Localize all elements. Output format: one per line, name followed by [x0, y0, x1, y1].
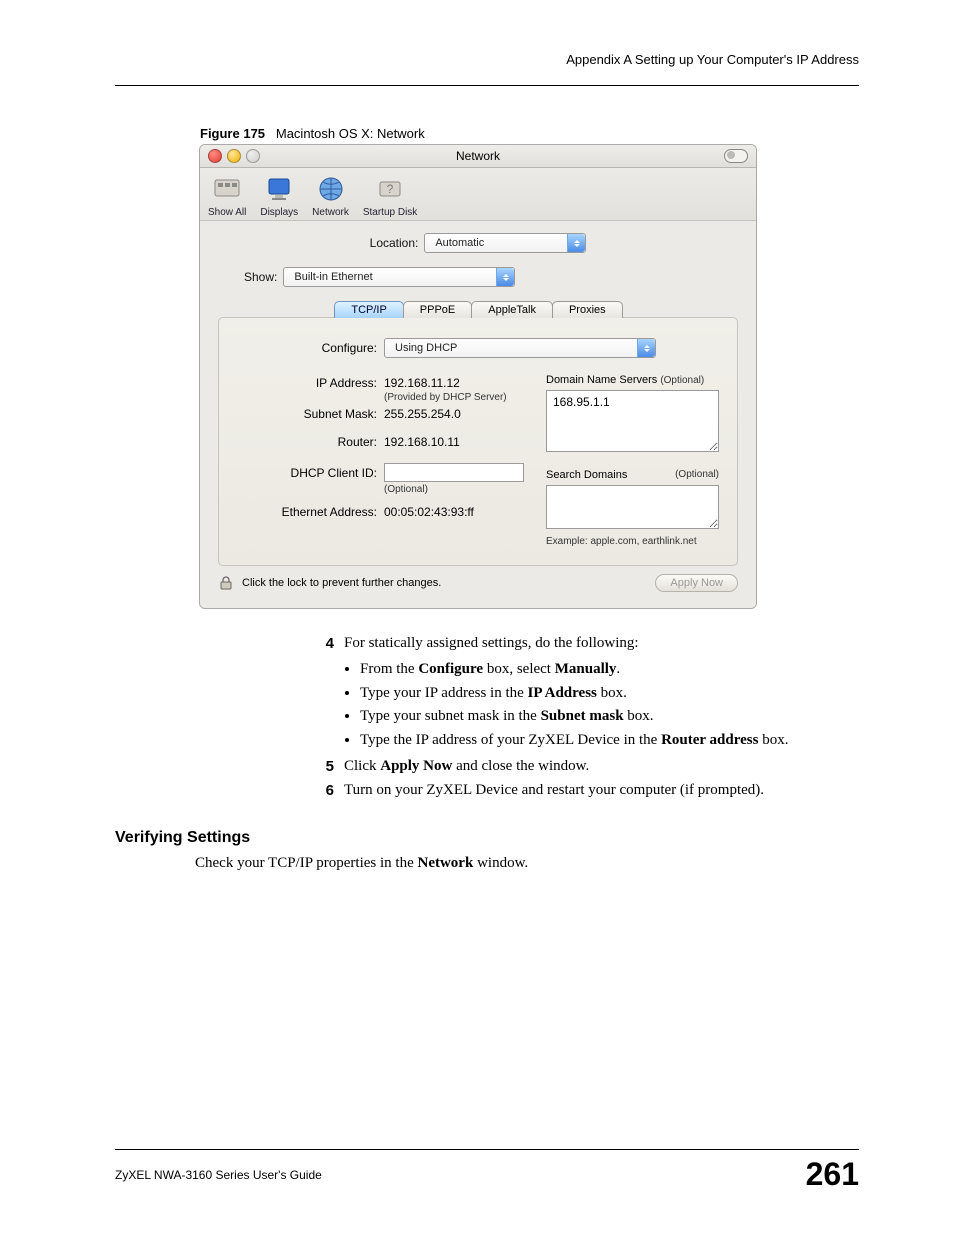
show-label: Show: — [244, 270, 277, 284]
show-all-icon — [211, 172, 244, 205]
dropdown-arrows-icon — [637, 339, 655, 357]
search-domains-example: Example: apple.com, earthlink.net — [546, 536, 719, 547]
window-title: Network — [200, 149, 756, 163]
dns-optional: (Optional) — [660, 375, 704, 386]
router-value: 192.168.10.11 — [384, 435, 460, 449]
tab-pppoe[interactable]: PPPoE — [403, 301, 472, 318]
configure-label: Configure: — [237, 341, 384, 355]
tab-tcpip[interactable]: TCP/IP — [334, 301, 403, 318]
toolbar-network-label: Network — [312, 207, 349, 218]
search-domains-label: Search Domains — [546, 469, 627, 481]
list-item: From the Configure box, select Manually. — [360, 659, 859, 681]
verifying-settings-text: Check your TCP/IP properties in the Netw… — [195, 855, 859, 872]
guide-name: ZyXEL NWA-3160 Series User's Guide — [115, 1168, 322, 1182]
location-label: Location: — [370, 236, 419, 250]
figure-caption-text: Macintosh OS X: Network — [276, 126, 425, 141]
search-domains-input[interactable] — [546, 485, 719, 529]
show-select[interactable]: Built-in Ethernet — [283, 267, 515, 287]
dropdown-arrows-icon — [496, 268, 514, 286]
dhcp-client-id-input[interactable] — [384, 463, 524, 482]
svg-text:?: ? — [387, 182, 394, 196]
subnet-mask-label: Subnet Mask: — [237, 407, 384, 421]
dhcp-client-id-label: DHCP Client ID: — [237, 466, 384, 480]
macos-network-window: Network Show All Displays Network — [199, 144, 757, 609]
toolbar-startup-disk-label: Startup Disk — [363, 207, 417, 218]
router-label: Router: — [237, 435, 384, 449]
tab-proxies[interactable]: Proxies — [552, 301, 623, 318]
toolbar-startup-disk[interactable]: ? Startup Disk — [363, 172, 417, 218]
figure-number: Figure 175 — [200, 126, 265, 141]
step-6-text: Turn on your ZyXEL Device and restart yo… — [344, 780, 764, 802]
apply-now-button[interactable]: Apply Now — [655, 574, 738, 592]
dropdown-arrows-icon — [567, 234, 585, 252]
dhcp-client-id-note: (Optional) — [384, 484, 428, 495]
step-number-5: 5 — [310, 756, 334, 778]
lock-text: Click the lock to prevent further change… — [242, 577, 441, 589]
toolbar-displays[interactable]: Displays — [260, 172, 298, 218]
step-5-text: Click Apply Now and close the window. — [344, 756, 589, 778]
page-footer: ZyXEL NWA-3160 Series User's Guide 261 — [115, 1149, 859, 1193]
figure-caption: Figure 175 Macintosh OS X: Network — [200, 126, 859, 141]
toolbar-toggle-icon[interactable] — [724, 149, 748, 163]
search-domains-optional: (Optional) — [675, 469, 719, 481]
toolbar-show-all-label: Show All — [208, 207, 246, 218]
location-value: Automatic — [425, 237, 494, 249]
ip-address-value: 192.168.11.12 — [384, 376, 460, 390]
toolbar-network[interactable]: Network — [312, 172, 349, 218]
dns-input[interactable] — [546, 390, 719, 452]
verifying-settings-heading: Verifying Settings — [115, 829, 859, 847]
subnet-mask-value: 255.255.254.0 — [384, 407, 461, 421]
network-icon — [314, 172, 347, 205]
ip-address-label: IP Address: — [237, 376, 384, 390]
list-item: Type your subnet mask in the Subnet mask… — [360, 706, 859, 728]
instruction-list: 4 For statically assigned settings, do t… — [310, 633, 859, 801]
ip-address-note: (Provided by DHCP Server) — [384, 392, 507, 403]
startup-disk-icon: ? — [374, 172, 407, 205]
list-item: Type your IP address in the IP Address b… — [360, 683, 859, 705]
preferences-toolbar: Show All Displays Network ? Startup Disk — [200, 168, 756, 221]
step-number-6: 6 — [310, 780, 334, 802]
configure-value: Using DHCP — [385, 342, 467, 354]
toolbar-displays-label: Displays — [260, 207, 298, 218]
toolbar-show-all[interactable]: Show All — [208, 172, 246, 218]
appendix-header: Appendix A Setting up Your Computer's IP… — [115, 52, 859, 67]
tab-appletalk[interactable]: AppleTalk — [471, 301, 553, 318]
tcpip-panel: Configure: Using DHCP IP Address: 192.16… — [218, 317, 738, 566]
ethernet-address-label: Ethernet Address: — [237, 505, 384, 519]
show-value: Built-in Ethernet — [284, 271, 382, 283]
lock-icon[interactable] — [218, 575, 234, 591]
displays-icon — [263, 172, 296, 205]
location-select[interactable]: Automatic — [424, 233, 586, 253]
ethernet-address-value: 00:05:02:43:93:ff — [384, 505, 474, 519]
titlebar: Network — [200, 145, 756, 168]
page-number: 261 — [806, 1156, 859, 1193]
tab-strip: TCP/IP PPPoE AppleTalk Proxies — [218, 301, 738, 318]
configure-select[interactable]: Using DHCP — [384, 338, 656, 358]
step-4-text: For statically assigned settings, do the… — [344, 633, 639, 655]
header-rule — [115, 85, 859, 86]
dns-label: Domain Name Servers — [546, 374, 657, 386]
step-number-4: 4 — [310, 633, 334, 655]
list-item: Type the IP address of your ZyXEL Device… — [360, 730, 859, 752]
